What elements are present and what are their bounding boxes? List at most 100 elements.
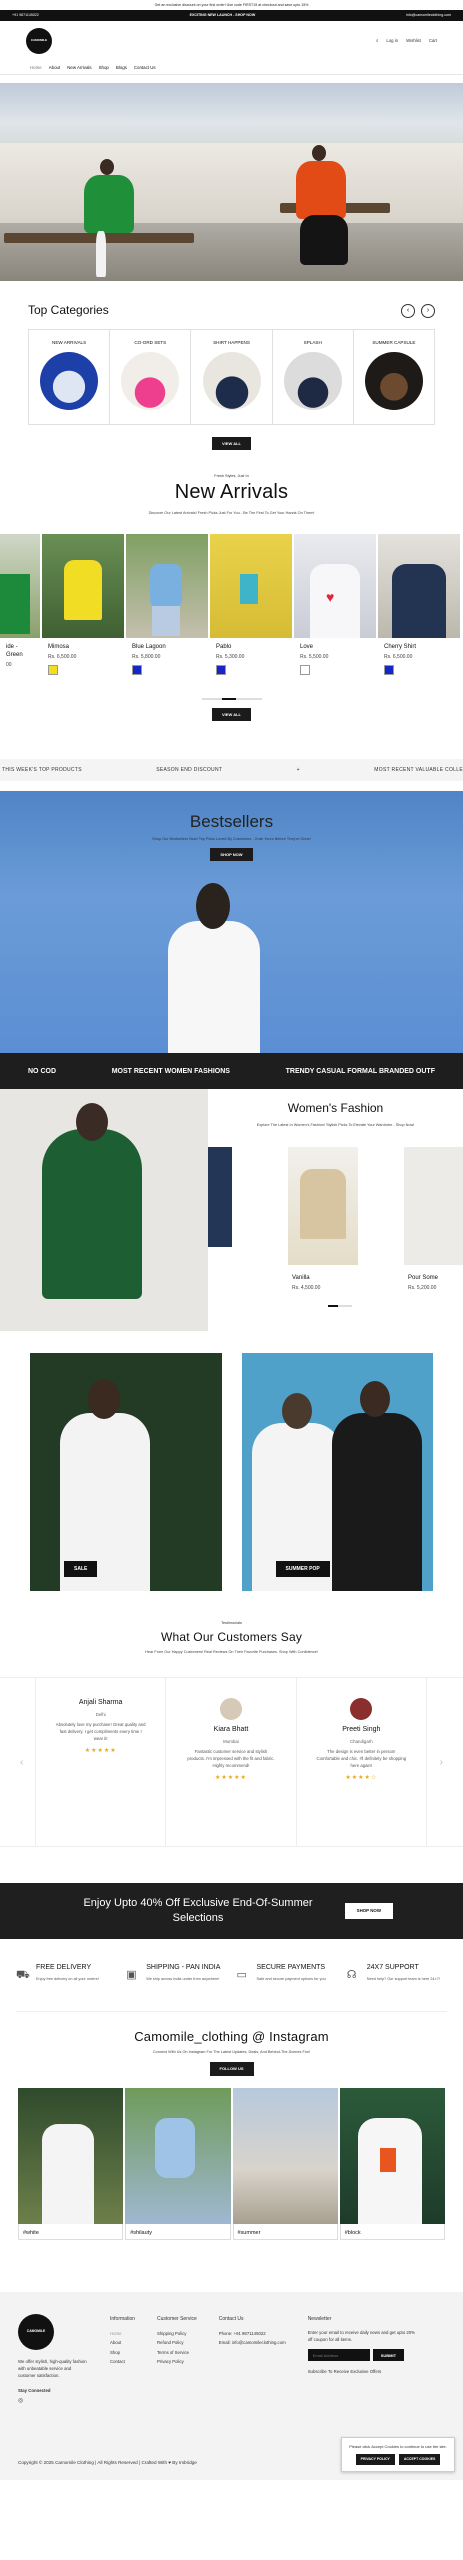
product-price: 00: [6, 661, 12, 668]
accept-cookies-button[interactable]: ACCEPT COOKIES: [398, 2454, 441, 2465]
hero-banner[interactable]: [0, 83, 463, 281]
nav-about[interactable]: About: [49, 65, 60, 71]
instagram-icon[interactable]: ◎: [18, 2395, 88, 2408]
info-bar: +91 9871145022 EXCITING NEW LAUNCH - SHO…: [0, 10, 463, 21]
marquee-item: SEASON END DISCOUNT: [156, 766, 223, 773]
bestsellers-subtitle: Shop Our Bestsellers Now! Top Picks Love…: [152, 837, 311, 842]
footer-logo[interactable]: CAMOMILE: [18, 2313, 54, 2350]
next-arrow-icon[interactable]: ›: [421, 304, 435, 318]
womens-product-image[interactable]: [288, 1147, 358, 1266]
feature-item: ⛟ FREE DELIVERY Enjoy free delivery on all…: [16, 1963, 116, 2011]
footer-service-title: Customer Service: [157, 2315, 197, 2322]
category-image: [202, 351, 261, 410]
rating-stars: ★★★★★: [215, 1775, 247, 1782]
chevron-left-icon[interactable]: ‹: [20, 1756, 23, 1769]
carousel-progress: [0, 698, 463, 701]
footer-link[interactable]: Privacy Policy: [157, 2357, 197, 2366]
new-arrivals-view-all-button[interactable]: VIEW ALL: [212, 708, 251, 722]
summer-pop-button[interactable]: SUMMER POP: [275, 1560, 330, 1578]
product-card[interactable]: ide - Green 00: [0, 534, 40, 694]
footer-phone[interactable]: Phone: +91 9871145022: [219, 2329, 286, 2338]
instagram-post[interactable]: #shilauty: [125, 2087, 231, 2258]
womens-prev-product[interactable]: [208, 1147, 232, 1248]
product-swatch[interactable]: [48, 665, 58, 676]
nav-shop[interactable]: Shop: [99, 65, 109, 71]
product-card[interactable]: ♥ Love Rs. 5,500.00: [294, 534, 376, 694]
product-image: [210, 534, 292, 639]
footer-link[interactable]: Shop: [110, 2348, 135, 2357]
product-card[interactable]: Cherry Shirt Rs. 6,500.00: [378, 534, 460, 694]
category-card[interactable]: SHIRT HAPPENS: [191, 330, 273, 424]
testimonial-city: Chandigarh: [349, 1738, 373, 1744]
bestsellers-shop-button[interactable]: SHOP NOW: [210, 848, 253, 862]
sale-button[interactable]: SALE: [64, 1560, 98, 1578]
product-swatch[interactable]: [132, 665, 142, 676]
product-swatch[interactable]: [216, 665, 226, 676]
footer-about: We offer stylish, high-quality fashion w…: [18, 2358, 87, 2379]
search-icon[interactable]: ⌕: [376, 38, 378, 44]
end-of-summer-text: Enjoy Upto 40% Off Exclusive End-Of-Summ…: [83, 1897, 313, 1924]
womens-product-name: Vanilla: [292, 1275, 310, 1282]
instagram-post[interactable]: #block: [339, 2087, 445, 2258]
phone-link[interactable]: +91 9871145022: [12, 13, 39, 18]
prev-arrow-icon[interactable]: ‹: [401, 304, 415, 318]
feature-text: We ship across India under from anywhere…: [146, 1976, 220, 1981]
categories-view-all-button[interactable]: VIEW ALL: [212, 437, 251, 451]
privacy-policy-button[interactable]: PRIVACY POLICY: [355, 2454, 395, 2465]
instagram-post[interactable]: #summer: [232, 2087, 338, 2258]
footer-link[interactable]: Refund Policy: [157, 2338, 197, 2347]
product-card[interactable]: Mimosa Rs. 6,500.00: [42, 534, 124, 694]
wishlist-link[interactable]: Wishlist: [406, 38, 421, 44]
product-card[interactable]: Pablo Rs. 5,300.00: [210, 534, 292, 694]
newsletter-email-input[interactable]: [307, 2349, 370, 2362]
launch-link[interactable]: EXCITING NEW LAUNCH - SHOP NOW: [190, 13, 256, 18]
nav-home[interactable]: Home: [30, 65, 42, 71]
product-swatch[interactable]: [300, 665, 310, 676]
hero-backdrop: [0, 143, 463, 223]
womens-progress: [328, 1305, 352, 1308]
product-image: [126, 534, 208, 639]
end-of-summer-banner: Enjoy Upto 40% Off Exclusive End-Of-Summ…: [0, 1882, 463, 1939]
headset-icon: ☊: [346, 1968, 357, 1981]
product-swatch[interactable]: [384, 665, 394, 676]
product-price: Rs. 6,500.00: [384, 653, 413, 660]
instagram-post[interactable]: #white: [18, 2087, 124, 2258]
promo-tile-summer[interactable]: SUMMER POP: [241, 1353, 433, 1592]
bestsellers-banner: Bestsellers Shop Our Bestsellers Now! To…: [0, 791, 463, 1054]
category-image: [283, 351, 342, 410]
footer-link[interactable]: Home: [110, 2329, 135, 2338]
feature-text: Safe and secure payment options for you: [256, 1976, 326, 1981]
category-card[interactable]: SUMMER CAPSULE: [354, 330, 434, 424]
instagram-image: [339, 2087, 445, 2224]
chevron-right-icon[interactable]: ›: [440, 1756, 443, 1769]
email-link[interactable]: info@camomileclothing.com: [406, 13, 451, 18]
nav-contact[interactable]: Contact Us: [134, 65, 156, 71]
instagram-image: [125, 2087, 231, 2224]
follow-us-button[interactable]: FOLLOW US: [209, 2062, 254, 2076]
announcement-text: Get an exclusive discount on your first …: [154, 2, 309, 7]
newsletter-submit-button[interactable]: SUBMIT: [372, 2349, 405, 2362]
product-card[interactable]: Blue Lagoon Rs. 5,800.00: [126, 534, 208, 694]
category-card[interactable]: NEW ARRIVALS: [29, 330, 111, 424]
nav-blogs[interactable]: Blogs: [116, 65, 127, 71]
promo-tile-sale[interactable]: SALE: [30, 1353, 222, 1592]
footer-link[interactable]: About: [110, 2338, 135, 2347]
footer-link[interactable]: Terms of Service: [157, 2348, 197, 2357]
nav-new-arrivals[interactable]: New Arrivals: [67, 65, 91, 71]
end-of-summer-shop-button[interactable]: SHOP NOW: [344, 1902, 393, 1919]
womens-next-product[interactable]: [404, 1147, 463, 1266]
category-card[interactable]: SPLASH: [273, 330, 354, 424]
category-card[interactable]: CO-ORD SETS: [110, 330, 192, 424]
footer-email[interactable]: Email: info@camomileclothing.com: [219, 2338, 286, 2347]
footer-link[interactable]: Contact: [110, 2357, 135, 2366]
product-image: [378, 534, 460, 639]
testimonial-text: Absolutely love my purchase! Great quali…: [55, 1722, 146, 1742]
site-logo[interactable]: CAMOMILE: [26, 28, 52, 54]
marquee-item: MOST RECENT VALUABLE COLLE: [374, 766, 463, 773]
cart-link[interactable]: Cart: [429, 38, 437, 44]
login-link[interactable]: Log in: [386, 38, 398, 44]
feature-text: Need help? Our support team is here 24×7…: [366, 1976, 440, 1981]
product-image: [42, 534, 124, 639]
footer-link[interactable]: Shipping Policy: [157, 2329, 197, 2338]
feature-item: ▭ SECURE PAYMENTS Safe and secure payment …: [237, 1963, 337, 2011]
